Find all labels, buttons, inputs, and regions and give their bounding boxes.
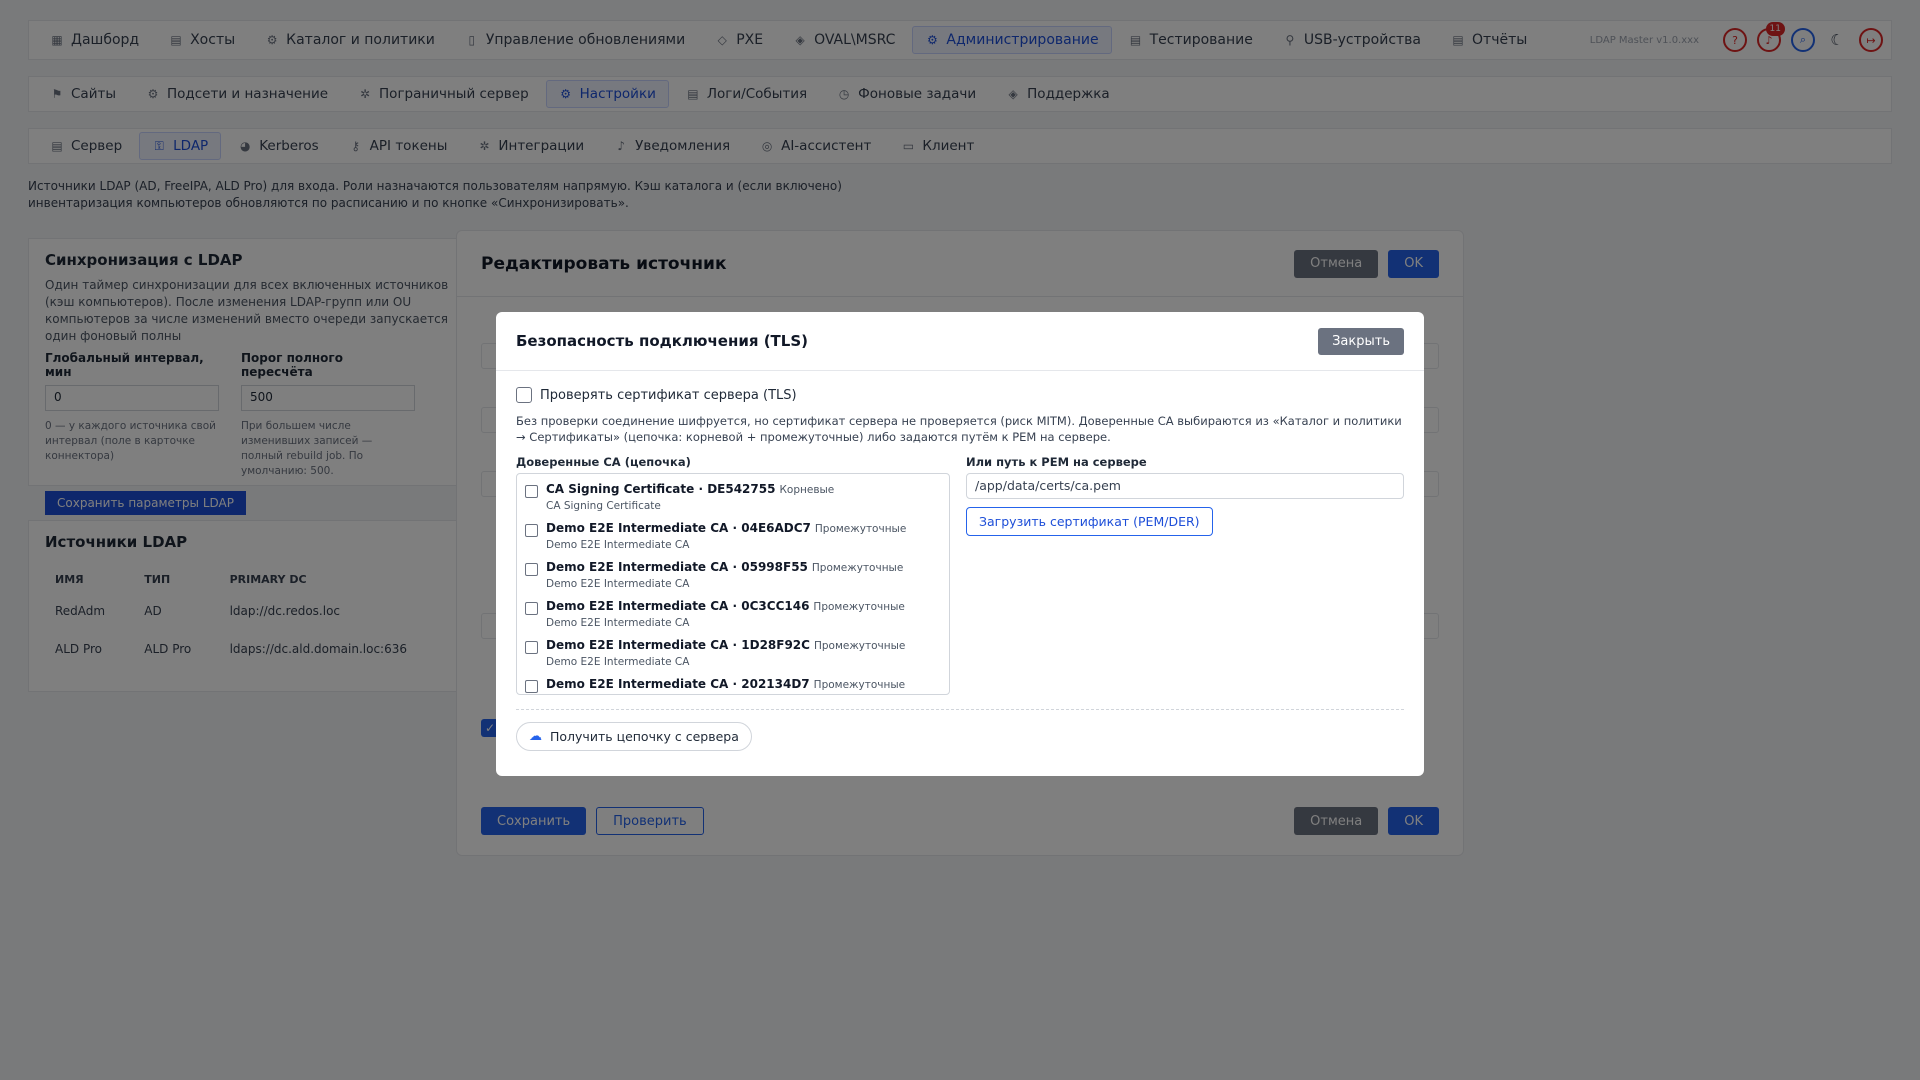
ca-text: Demo E2E Intermediate CA · 04E6ADC7 Проме…	[546, 520, 906, 553]
close-button[interactable]: Закрыть	[1318, 327, 1404, 355]
ca-name-line: Demo E2E Intermediate CA · 1D28F92C Проме…	[546, 637, 905, 654]
ca-checkbox[interactable]	[525, 602, 538, 615]
fetch-chain-button[interactable]: ☁ Получить цепочку с сервера	[516, 722, 752, 751]
ca-subject: Demo E2E Intermediate CA	[546, 656, 690, 668]
ca-name: Demo E2E Intermediate CA · 1D28F92C	[546, 638, 810, 652]
pem-title: Или путь к PEM на сервере	[966, 455, 1147, 469]
ca-name-line: Demo E2E Intermediate CA · 0C3CC146 Проме…	[546, 598, 905, 615]
ca-name: Demo E2E Intermediate CA · 0C3CC146	[546, 599, 810, 613]
ca-checkbox[interactable]	[525, 485, 538, 498]
cloud-download-icon: ☁	[529, 729, 542, 744]
ca-text: Demo E2E Intermediate CA · 1D28F92C Проме…	[546, 637, 905, 670]
ca-subject: Demo E2E Intermediate CA	[546, 539, 690, 551]
ca-list-item[interactable]: Demo E2E Intermediate CA · 202134D7 Проме…	[525, 673, 941, 694]
ca-text: CA Signing Certificate · DE542755 Корневы…	[546, 481, 834, 514]
fetch-chain-label: Получить цепочку с сервера	[550, 729, 739, 744]
app-page: ▦Дашборд▤Хосты⚙Каталог и политики▯Управл…	[0, 0, 1920, 1080]
tls-columns: Доверенные CA (цепочка) CA Signing Certi…	[516, 455, 1404, 695]
ca-subject: Demo E2E Intermediate CA	[546, 617, 690, 629]
divider	[516, 709, 1404, 710]
upload-cert-button[interactable]: Загрузить сертификат (PEM/DER)	[966, 507, 1213, 536]
verify-cert-row[interactable]: Проверять сертификат сервера (TLS)	[516, 387, 1404, 403]
ca-name-line: Demo E2E Intermediate CA · 05998F55 Проме…	[546, 559, 903, 576]
trusted-ca-title: Доверенные CA (цепочка)	[516, 455, 691, 469]
ca-name-line: CA Signing Certificate · DE542755 Корневы…	[546, 481, 834, 498]
tls-note: Без проверки соединение шифруется, но се…	[516, 414, 1402, 444]
ca-name: Demo E2E Intermediate CA · 04E6ADC7	[546, 521, 811, 535]
tls-modal-title: Безопасность подключения (TLS)	[516, 332, 809, 350]
ca-checkbox[interactable]	[525, 680, 538, 693]
ca-kind: Промежуточные	[814, 523, 907, 535]
ca-name: CA Signing Certificate · DE542755	[546, 482, 776, 496]
ca-name-line: Demo E2E Intermediate CA · 04E6ADC7 Проме…	[546, 520, 906, 537]
ca-subject: Demo E2E Intermediate CA	[546, 693, 905, 694]
ca-text: Demo E2E Intermediate CA · 202134D7 Проме…	[546, 676, 905, 694]
verify-cert-label: Проверять сертификат сервера (TLS)	[540, 387, 797, 403]
ca-list-item[interactable]: Demo E2E Intermediate CA · 0C3CC146 Проме…	[525, 595, 941, 634]
pem-path-input[interactable]: /app/data/certs/ca.pem	[966, 473, 1404, 499]
tls-modal: Безопасность подключения (TLS) Закрыть П…	[496, 312, 1424, 776]
ca-name-line: Demo E2E Intermediate CA · 202134D7 Проме…	[546, 676, 905, 693]
ca-list-item[interactable]: Demo E2E Intermediate CA · 05998F55 Проме…	[525, 556, 941, 595]
trusted-ca-list[interactable]: CA Signing Certificate · DE542755 Корневы…	[516, 473, 950, 695]
ca-text: Demo E2E Intermediate CA · 0C3CC146 Проме…	[546, 598, 905, 631]
ca-checkbox[interactable]	[525, 524, 538, 537]
ca-kind: Промежуточные	[813, 640, 906, 652]
ca-checkbox[interactable]	[525, 563, 538, 576]
ca-text: Demo E2E Intermediate CA · 05998F55 Проме…	[546, 559, 903, 592]
verify-cert-checkbox[interactable]	[516, 387, 532, 403]
ca-name: Demo E2E Intermediate CA · 05998F55	[546, 560, 808, 574]
tls-modal-header: Безопасность подключения (TLS) Закрыть	[496, 312, 1424, 371]
trusted-ca-column: Доверенные CA (цепочка) CA Signing Certi…	[516, 455, 950, 695]
ca-checkbox[interactable]	[525, 641, 538, 654]
pem-column: Или путь к PEM на сервере /app/data/cert…	[966, 455, 1404, 695]
ca-subject: Demo E2E Intermediate CA	[546, 578, 690, 590]
ca-list-item[interactable]: CA Signing Certificate · DE542755 Корневы…	[525, 478, 941, 517]
ca-list-item[interactable]: Demo E2E Intermediate CA · 1D28F92C Проме…	[525, 634, 941, 673]
ca-kind: Промежуточные	[813, 679, 906, 691]
tls-modal-body: Проверять сертификат сервера (TLS) Без п…	[496, 371, 1424, 767]
ca-kind: Корневые	[779, 484, 835, 496]
ca-subject: CA Signing Certificate	[546, 500, 661, 512]
ca-list-item[interactable]: Demo E2E Intermediate CA · 04E6ADC7 Проме…	[525, 517, 941, 556]
ca-name: Demo E2E Intermediate CA · 202134D7	[546, 677, 810, 691]
ca-kind: Промежуточные	[813, 601, 905, 613]
ca-kind: Промежуточные	[811, 562, 904, 574]
